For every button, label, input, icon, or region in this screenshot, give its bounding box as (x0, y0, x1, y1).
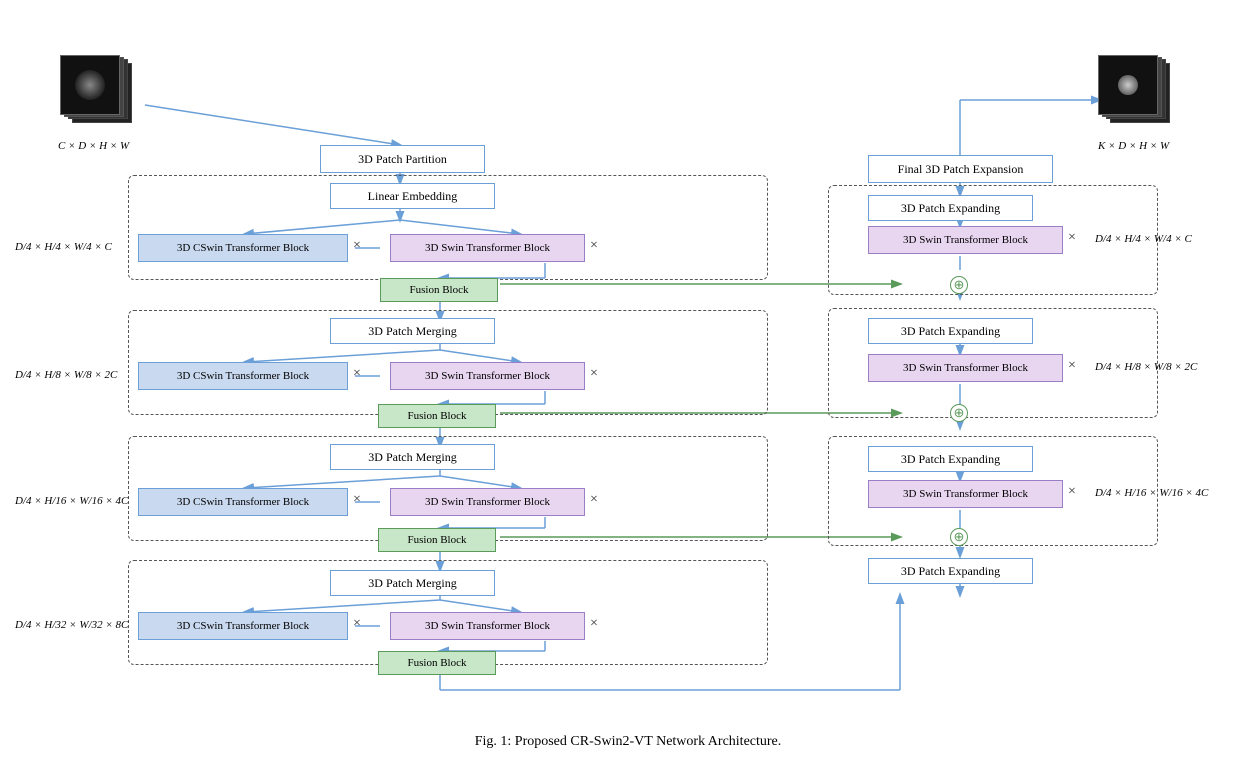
swin-dec-block-3: 3D Swin Transformer Block (868, 480, 1063, 508)
times-dec-2r: × (1068, 358, 1076, 374)
dim-label-right-2: D/4 × H/8 × W/8 × 2C (1095, 361, 1197, 373)
swin-enc-block-1: 3D Swin Transformer Block (390, 234, 585, 262)
fusion-block-3: Fusion Block (378, 528, 496, 552)
dim-label-left-4: D/4 × H/32 × W/32 × 8C (15, 619, 128, 631)
times-3: × (353, 492, 361, 508)
fusion-block-2: Fusion Block (378, 404, 496, 428)
times-1: × (353, 238, 361, 254)
dim-label-left-1: D/4 × H/4 × W/4 × C (15, 241, 112, 253)
plus-circle-2: ⊕ (950, 404, 968, 422)
times-4: × (353, 616, 361, 632)
cswin-block-1: 3D CSwin Transformer Block (138, 234, 348, 262)
swin-enc-block-2: 3D Swin Transformer Block (390, 362, 585, 390)
output-image (1098, 55, 1178, 135)
dim-label-left-3: D/4 × H/16 × W/16 × 4C (15, 495, 128, 507)
patch-expanding-4: 3D Patch Expanding (868, 558, 1033, 584)
input-label: C × D × H × W (58, 140, 129, 152)
plus-circle-3: ⊕ (950, 528, 968, 546)
patch-merging-3: 3D Patch Merging (330, 444, 495, 470)
diagram: C × D × H × W K × D × H × W 3D Patch Par… (0, 0, 1256, 768)
swin-dec-block-2: 3D Swin Transformer Block (868, 354, 1063, 382)
patch-expanding-1: 3D Patch Expanding (868, 195, 1033, 221)
patch-expanding-2: 3D Patch Expanding (868, 318, 1033, 344)
swin-dec-block-1: 3D Swin Transformer Block (868, 226, 1063, 254)
cswin-block-3: 3D CSwin Transformer Block (138, 488, 348, 516)
times-dec-1r: × (1068, 230, 1076, 246)
dim-label-right-3: D/4 × H/16 × W/16 × 4C (1095, 487, 1208, 499)
fusion-block-1: Fusion Block (380, 278, 498, 302)
fusion-block-4: Fusion Block (378, 651, 496, 675)
final-expansion-box: Final 3D Patch Expansion (868, 155, 1053, 183)
patch-merging-2: 3D Patch Merging (330, 318, 495, 344)
output-label: K × D × H × W (1098, 140, 1169, 152)
dim-label-left-2: D/4 × H/8 × W/8 × 2C (15, 369, 117, 381)
times-1r: × (590, 238, 598, 254)
input-image (60, 55, 140, 135)
patch-expanding-3: 3D Patch Expanding (868, 446, 1033, 472)
linear-embedding-box: Linear Embedding (330, 183, 495, 209)
times-3r: × (590, 492, 598, 508)
dim-label-right-1: D/4 × H/4 × W/4 × C (1095, 233, 1192, 245)
caption: Fig. 1: Proposed CR-Swin2-VT Network Arc… (0, 734, 1256, 750)
patch-merging-4: 3D Patch Merging (330, 570, 495, 596)
times-dec-3r: × (1068, 484, 1076, 500)
cswin-block-2: 3D CSwin Transformer Block (138, 362, 348, 390)
patch-partition-box: 3D Patch Partition (320, 145, 485, 173)
times-4r: × (590, 616, 598, 632)
swin-enc-block-3: 3D Swin Transformer Block (390, 488, 585, 516)
swin-enc-block-4: 3D Swin Transformer Block (390, 612, 585, 640)
cswin-block-4: 3D CSwin Transformer Block (138, 612, 348, 640)
times-2: × (353, 366, 361, 382)
times-2r: × (590, 366, 598, 382)
plus-circle-1: ⊕ (950, 276, 968, 294)
